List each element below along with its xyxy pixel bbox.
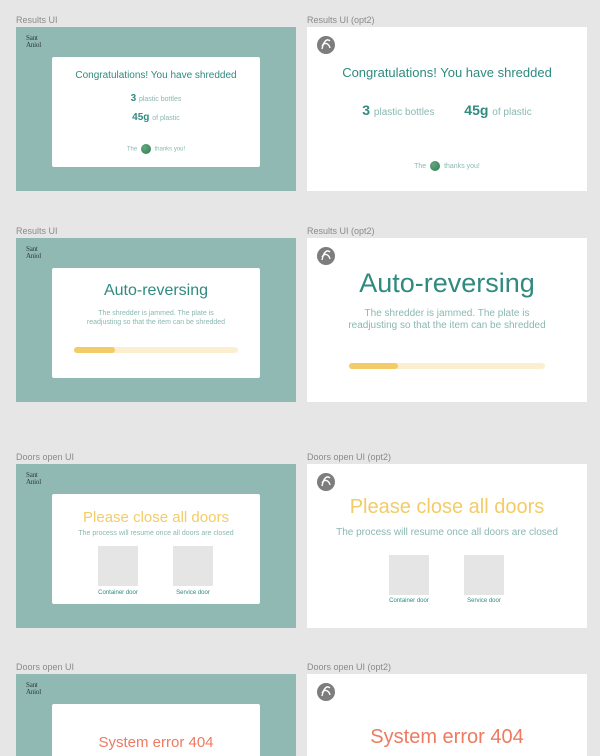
results-opt2-frame: Congratulations! You have shredded 3 pla… [307,27,587,191]
frame-label-error-opt2: Doors open UI (opt2) [307,662,392,672]
reversing-opt2-frame: Auto-reversing The shredder is jammed. T… [307,238,587,402]
frame-label-doors: Doors open UI [16,452,75,462]
sant-aniol-logo: Sant Aniol [26,471,41,486]
doors-opt2-title: Please close all doors [349,496,545,518]
doors-message: The process will resume once all doors a… [78,530,234,537]
doors-card: Please close all doors The process will … [52,494,260,604]
container-door-label: Container door [98,590,138,596]
brand-globe-icon [140,144,151,154]
results-opt2-stats: 3 plastic bottles 45g of plastic [362,102,532,118]
thanks-line: The thanks you! [52,144,260,154]
sant-aniol-logo: Sant Aniol [26,245,41,260]
frame-label-reversing: Results UI [16,226,58,236]
reversing-opt2-progress-bar [349,363,545,369]
results-frame: Sant Aniol Congratulations! You have shre… [16,27,296,191]
results-card: Congratulations! You have shredded 3 pla… [52,57,260,167]
frame-label-doors-opt2: Doors open UI (opt2) [307,452,392,462]
error-frame: Sant Aniol System error 404 [16,674,296,756]
doors-opt2-message: The process will resume once all doors a… [336,527,558,538]
brand-globe-icon [430,161,441,171]
frame-label-error: Doors open UI [16,662,75,672]
container-door-indicator [98,546,138,586]
frame-label-results-ui-opt2: Results UI (opt2) [307,15,375,25]
results-opt2-thanks: The thanks you! [414,161,480,171]
container-door-indicator [389,555,429,595]
brand-logo-icon [317,473,335,491]
error-card: System error 404 [52,704,260,756]
results-opt2-title: Congratulations! You have shredded [342,65,552,80]
service-door-label: Service door [467,598,501,604]
frame-label-results-ui: Results UI [16,15,58,25]
doors-title: Please close all doors [83,509,229,526]
brand-logo-icon [317,683,335,701]
reversing-progress-fill [74,347,115,353]
plastic-stat: 45g of plastic [132,112,180,123]
doors-frame: Sant Aniol Please close all doors The pro… [16,464,296,628]
reversing-title: Auto-reversing [103,282,209,299]
sant-aniol-logo: Sant Aniol [26,681,41,696]
bottles-stat: 3 plastic bottles [130,93,182,104]
error-opt2-frame: System error 404 [307,674,587,756]
error-opt2-title: System error 404 [370,726,524,748]
frame-label-reversing-opt2: Results UI (opt2) [307,226,375,236]
reversing-message: The shredder is jammed. The plate is rea… [86,310,226,326]
service-door-indicator [464,555,504,595]
brand-logo-icon [317,36,335,54]
service-door-indicator [173,546,213,586]
container-door-label: Container door [389,598,429,604]
service-door-label: Service door [176,590,210,596]
reversing-frame: Sant Aniol Auto-reversing The shredder is… [16,238,296,402]
error-title: System error 404 [98,734,214,751]
doors-opt2-frame: Please close all doors The process will … [307,464,587,628]
results-title: Congratulations! You have shredded [75,70,237,81]
reversing-card: Auto-reversing The shredder is jammed. T… [52,268,260,378]
sant-aniol-logo: Sant Aniol [26,34,41,49]
reversing-opt2-title: Auto-reversing [359,268,535,298]
reversing-progress-bar [74,347,238,353]
brand-logo-icon [317,247,335,265]
reversing-opt2-message: The shredder is jammed. The plate is rea… [348,308,546,331]
reversing-opt2-progress-fill [349,363,398,369]
